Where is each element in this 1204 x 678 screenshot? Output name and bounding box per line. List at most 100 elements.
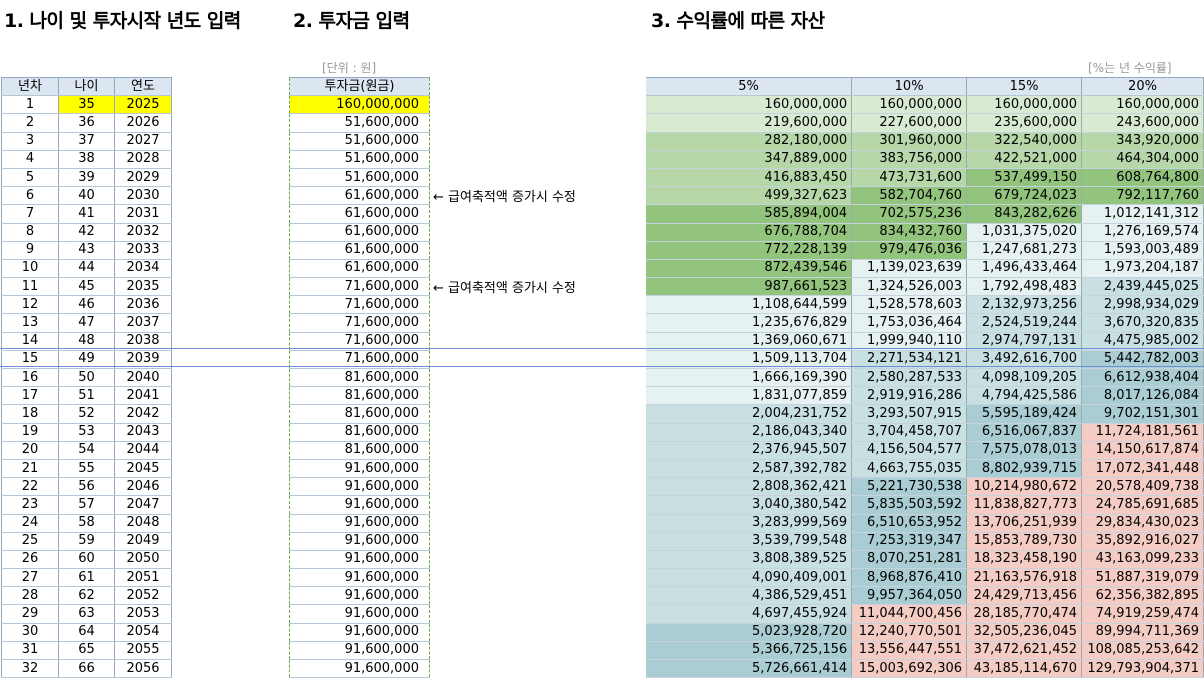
cell-year[interactable]: 2037 <box>114 313 172 333</box>
cell-year-no[interactable]: 30 <box>1 623 59 642</box>
cell-return-5[interactable]: 1,666,169,390 <box>646 368 853 388</box>
cell-return-20[interactable]: 11,724,181,561 <box>1081 423 1204 442</box>
cell-investment[interactable]: 61,600,000 <box>289 186 430 206</box>
cell-return-10[interactable]: 473,731,600 <box>851 168 968 188</box>
cell-return-5[interactable]: 3,808,389,525 <box>646 550 853 570</box>
cell-investment[interactable]: 71,600,000 <box>289 350 430 370</box>
header-year[interactable]: 연도 <box>114 76 172 97</box>
cell-investment[interactable]: 91,600,000 <box>289 641 430 661</box>
cell-return-15[interactable]: 422,521,000 <box>966 150 1083 169</box>
cell-return-10[interactable]: 11,044,700,456 <box>851 604 968 624</box>
cell-investment[interactable]: 160,000,000 <box>289 95 430 115</box>
cell-year[interactable]: 2032 <box>114 223 172 242</box>
cell-age[interactable]: 44 <box>58 259 115 279</box>
cell-age[interactable]: 66 <box>58 659 115 678</box>
cell-return-20[interactable]: 20,578,409,738 <box>1081 477 1204 497</box>
cell-return-5[interactable]: 676,788,704 <box>646 223 853 242</box>
cell-return-20[interactable]: 160,000,000 <box>1081 95 1204 115</box>
cell-age[interactable]: 60 <box>58 550 115 570</box>
cell-return-5[interactable]: 1,831,077,859 <box>646 386 853 406</box>
cell-age[interactable]: 54 <box>58 441 115 460</box>
cell-return-20[interactable]: 8,017,126,084 <box>1081 386 1204 406</box>
cell-investment[interactable]: 51,600,000 <box>289 132 430 151</box>
cell-return-10[interactable]: 13,556,447,551 <box>851 641 968 661</box>
cell-age[interactable]: 57 <box>58 495 115 515</box>
cell-age[interactable]: 61 <box>58 568 115 588</box>
cell-year-no[interactable]: 32 <box>1 659 59 678</box>
cell-return-5[interactable]: 4,090,409,001 <box>646 568 853 588</box>
cell-return-15[interactable]: 28,185,770,474 <box>966 604 1083 624</box>
cell-return-20[interactable]: 2,998,934,029 <box>1081 295 1204 315</box>
cell-return-20[interactable]: 35,892,916,027 <box>1081 532 1204 551</box>
cell-year[interactable]: 2030 <box>114 186 172 206</box>
cell-year[interactable]: 2025 <box>114 95 172 115</box>
cell-year-no[interactable]: 7 <box>1 204 59 224</box>
cell-return-5[interactable]: 4,386,529,451 <box>646 586 853 606</box>
cell-return-20[interactable]: 2,439,445,025 <box>1081 277 1204 297</box>
cell-year[interactable]: 2036 <box>114 295 172 315</box>
cell-age[interactable]: 48 <box>58 332 115 351</box>
cell-investment[interactable]: 61,600,000 <box>289 223 430 242</box>
cell-return-15[interactable]: 1,792,498,483 <box>966 277 1083 297</box>
cell-age[interactable]: 35 <box>58 95 115 115</box>
header-age[interactable]: 나이 <box>58 76 115 97</box>
cell-investment[interactable]: 51,600,000 <box>289 168 430 188</box>
cell-return-5[interactable]: 416,883,450 <box>646 168 853 188</box>
cell-return-10[interactable]: 3,293,507,915 <box>851 404 968 424</box>
cell-return-15[interactable]: 37,472,621,452 <box>966 641 1083 661</box>
cell-year[interactable]: 2031 <box>114 204 172 224</box>
cell-investment[interactable]: 91,600,000 <box>289 495 430 515</box>
cell-return-15[interactable]: 8,802,939,715 <box>966 459 1083 479</box>
cell-age[interactable]: 59 <box>58 532 115 551</box>
cell-year-no[interactable]: 5 <box>1 168 59 188</box>
header-rate-5[interactable]: 5% <box>646 76 853 97</box>
cell-year-no[interactable]: 10 <box>1 259 59 279</box>
cell-year[interactable]: 2048 <box>114 514 172 533</box>
cell-return-15[interactable]: 6,516,067,837 <box>966 423 1083 442</box>
cell-year[interactable]: 2029 <box>114 168 172 188</box>
cell-investment[interactable]: 91,600,000 <box>289 586 430 606</box>
cell-year-no[interactable]: 31 <box>1 641 59 661</box>
cell-return-15[interactable]: 32,505,236,045 <box>966 623 1083 642</box>
cell-age[interactable]: 41 <box>58 204 115 224</box>
cell-investment[interactable]: 81,600,000 <box>289 386 430 406</box>
cell-return-5[interactable]: 219,600,000 <box>646 113 853 133</box>
cell-investment[interactable]: 61,600,000 <box>289 241 430 260</box>
cell-return-10[interactable]: 12,240,770,501 <box>851 623 968 642</box>
cell-year[interactable]: 2027 <box>114 132 172 151</box>
cell-return-5[interactable]: 2,186,043,340 <box>646 423 853 442</box>
cell-year-no[interactable]: 15 <box>1 350 59 370</box>
header-year-no[interactable]: 년차 <box>1 76 59 97</box>
cell-return-15[interactable]: 24,429,713,456 <box>966 586 1083 606</box>
cell-year[interactable]: 2033 <box>114 241 172 260</box>
cell-investment[interactable]: 81,600,000 <box>289 423 430 442</box>
cell-year-no[interactable]: 1 <box>1 95 59 115</box>
cell-return-5[interactable]: 3,539,799,548 <box>646 532 853 551</box>
cell-year-no[interactable]: 3 <box>1 132 59 151</box>
cell-year-no[interactable]: 20 <box>1 441 59 460</box>
cell-investment[interactable]: 61,600,000 <box>289 204 430 224</box>
cell-return-20[interactable]: 29,834,430,023 <box>1081 514 1204 533</box>
cell-return-20[interactable]: 108,085,253,642 <box>1081 641 1204 661</box>
cell-investment[interactable]: 91,600,000 <box>289 550 430 570</box>
cell-return-15[interactable]: 322,540,000 <box>966 132 1083 151</box>
cell-return-15[interactable]: 1,031,375,020 <box>966 223 1083 242</box>
cell-return-15[interactable]: 1,496,433,464 <box>966 259 1083 279</box>
cell-investment[interactable]: 81,600,000 <box>289 404 430 424</box>
cell-return-10[interactable]: 9,957,364,050 <box>851 586 968 606</box>
header-rate-10[interactable]: 10% <box>851 76 968 97</box>
cell-return-10[interactable]: 2,271,534,121 <box>851 350 968 370</box>
cell-return-10[interactable]: 6,510,653,952 <box>851 514 968 533</box>
cell-return-10[interactable]: 1,753,036,464 <box>851 313 968 333</box>
cell-age[interactable]: 45 <box>58 277 115 297</box>
cell-year-no[interactable]: 2 <box>1 113 59 133</box>
cell-return-10[interactable]: 3,704,458,707 <box>851 423 968 442</box>
cell-return-10[interactable]: 4,663,755,035 <box>851 459 968 479</box>
cell-age[interactable]: 58 <box>58 514 115 533</box>
cell-return-15[interactable]: 2,974,797,131 <box>966 332 1083 351</box>
cell-return-10[interactable]: 383,756,000 <box>851 150 968 169</box>
cell-return-15[interactable]: 5,595,189,424 <box>966 404 1083 424</box>
cell-year[interactable]: 2035 <box>114 277 172 297</box>
cell-return-15[interactable]: 11,838,827,773 <box>966 495 1083 515</box>
cell-investment[interactable]: 71,600,000 <box>289 332 430 351</box>
